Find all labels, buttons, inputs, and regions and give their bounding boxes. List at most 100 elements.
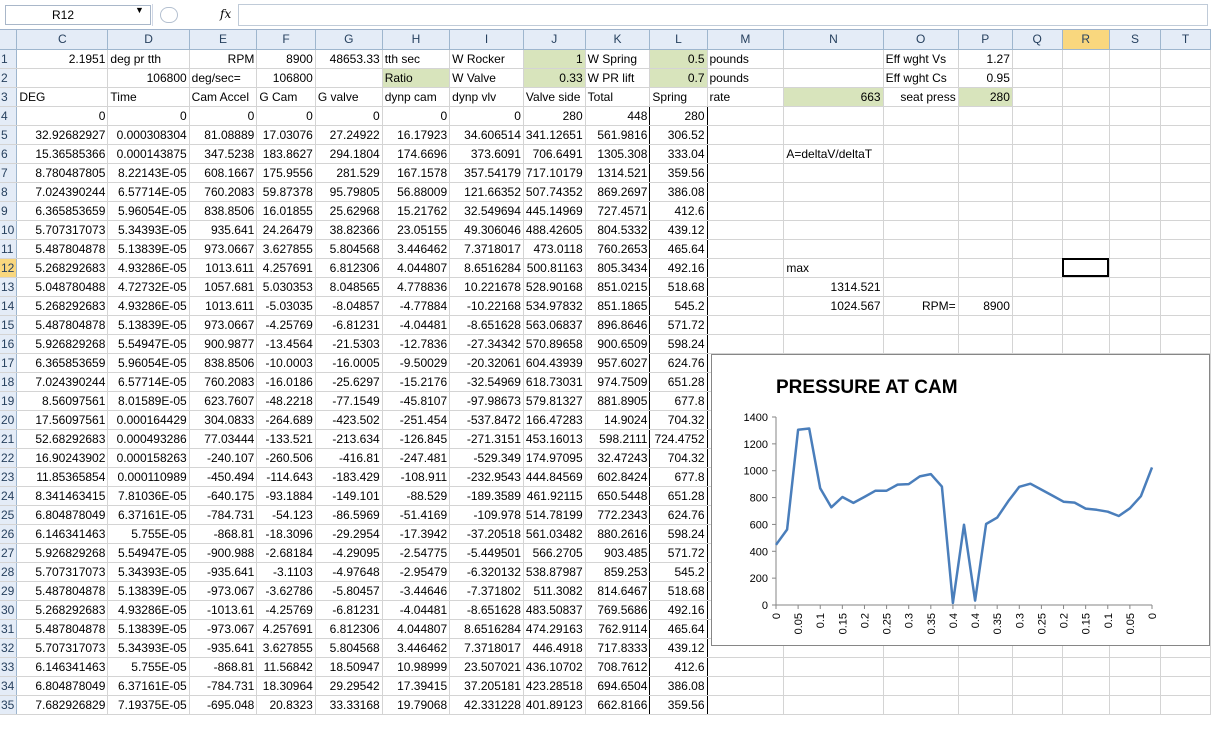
- cell-s34[interactable]: [1109, 676, 1162, 696]
- cell-r1[interactable]: [1062, 49, 1110, 69]
- name-box[interactable]: R12: [5, 5, 151, 25]
- cell-k26[interactable]: 880.2616: [584, 524, 651, 544]
- cell-l11[interactable]: 465.64: [649, 239, 708, 259]
- cell-o14[interactable]: RPM=: [883, 296, 959, 316]
- cell-m12[interactable]: [707, 258, 785, 278]
- cell-i7[interactable]: 357.54179: [449, 163, 524, 183]
- cell-i10[interactable]: 49.306046: [449, 220, 524, 240]
- cell-t16[interactable]: [1160, 334, 1211, 354]
- cell-q11[interactable]: [1012, 239, 1063, 259]
- cell-r14[interactable]: [1062, 296, 1110, 316]
- cell-f24[interactable]: -93.1884: [256, 486, 316, 506]
- cell-n13[interactable]: 1314.521: [783, 277, 884, 297]
- cell-k31[interactable]: 762.9114: [584, 619, 651, 639]
- cell-p7[interactable]: [958, 163, 1013, 183]
- cell-j23[interactable]: 444.84569: [523, 467, 586, 487]
- cell-o16[interactable]: [883, 334, 959, 354]
- cell-c26[interactable]: 6.146341463: [16, 524, 109, 544]
- cell-r8[interactable]: [1062, 182, 1110, 202]
- row-header[interactable]: 3: [0, 87, 18, 107]
- cell-g16[interactable]: -21.5303: [315, 334, 383, 354]
- cell-d27[interactable]: 5.54947E-05: [107, 543, 190, 563]
- cell-i12[interactable]: 8.6516284: [449, 258, 524, 278]
- cell-j22[interactable]: 174.97095: [523, 448, 586, 468]
- cell-l26[interactable]: 598.24: [649, 524, 708, 544]
- cell-j30[interactable]: 483.50837: [523, 600, 586, 620]
- cell-c7[interactable]: 8.780487805: [16, 163, 109, 183]
- cell-k35[interactable]: 662.8166: [584, 695, 651, 715]
- cell-c6[interactable]: 15.36585366: [16, 144, 109, 164]
- cell-d34[interactable]: 6.37161E-05: [107, 676, 190, 696]
- cell-t4[interactable]: [1160, 106, 1211, 126]
- cell-h29[interactable]: -3.44646: [382, 581, 451, 601]
- cell-s6[interactable]: [1109, 144, 1162, 164]
- cell-q15[interactable]: [1012, 315, 1063, 335]
- cell-k24[interactable]: 650.5448: [584, 486, 651, 506]
- cell-g21[interactable]: -213.634: [315, 429, 383, 449]
- cell-s9[interactable]: [1109, 201, 1162, 221]
- cell-f7[interactable]: 175.9556: [256, 163, 316, 183]
- cell-t1[interactable]: [1160, 49, 1211, 69]
- cell-d10[interactable]: 5.34393E-05: [107, 220, 190, 240]
- cell-n11[interactable]: [783, 239, 884, 259]
- insert-function-icon[interactable]: fx: [220, 7, 231, 21]
- cell-f18[interactable]: -16.0186: [256, 372, 316, 392]
- column-header-o[interactable]: O: [883, 30, 959, 50]
- cell-j9[interactable]: 445.14969: [523, 201, 586, 221]
- cell-t5[interactable]: [1160, 125, 1211, 145]
- cell-p34[interactable]: [958, 676, 1013, 696]
- cell-o10[interactable]: [883, 220, 959, 240]
- cell-c27[interactable]: 5.926829268: [16, 543, 109, 563]
- cell-k21[interactable]: 598.2111: [584, 429, 651, 449]
- row-header[interactable]: 17: [0, 353, 18, 373]
- cell-c1[interactable]: 2.1951: [16, 49, 109, 69]
- cell-g5[interactable]: 27.24922: [315, 125, 383, 145]
- cell-h20[interactable]: -251.454: [382, 410, 451, 430]
- cell-j3[interactable]: Valve side: [523, 87, 586, 107]
- cell-n15[interactable]: [783, 315, 884, 335]
- cell-t10[interactable]: [1160, 220, 1211, 240]
- cell-c17[interactable]: 6.365853659: [16, 353, 109, 373]
- cell-g11[interactable]: 5.804568: [315, 239, 383, 259]
- cell-h33[interactable]: 10.98999: [382, 657, 451, 677]
- cell-g6[interactable]: 294.1804: [315, 144, 383, 164]
- cell-c18[interactable]: 7.024390244: [16, 372, 109, 392]
- cell-c24[interactable]: 8.341463415: [16, 486, 109, 506]
- cell-m33[interactable]: [707, 657, 785, 677]
- cell-e15[interactable]: 973.0667: [189, 315, 258, 335]
- cell-d23[interactable]: 0.000110989: [107, 467, 190, 487]
- cell-d26[interactable]: 5.755E-05: [107, 524, 190, 544]
- row-header[interactable]: 4: [0, 106, 18, 126]
- cell-o33[interactable]: [883, 657, 959, 677]
- cell-k3[interactable]: Total: [585, 87, 651, 107]
- cell-n6[interactable]: A=deltaV/deltaT: [783, 144, 884, 164]
- cell-l7[interactable]: 359.56: [649, 163, 708, 183]
- row-header[interactable]: 23: [0, 467, 18, 487]
- cell-p9[interactable]: [958, 201, 1013, 221]
- cell-q33[interactable]: [1012, 657, 1063, 677]
- cell-s8[interactable]: [1109, 182, 1162, 202]
- cell-c14[interactable]: 5.268292683: [16, 296, 109, 316]
- cell-o13[interactable]: [883, 277, 959, 297]
- cell-n3[interactable]: 663: [783, 87, 884, 107]
- cell-h22[interactable]: -247.481: [382, 448, 451, 468]
- cell-l3[interactable]: Spring: [649, 87, 708, 107]
- cell-l22[interactable]: 704.32: [649, 448, 708, 468]
- cell-g33[interactable]: 18.50947: [315, 657, 383, 677]
- cell-h9[interactable]: 15.21762: [382, 201, 451, 221]
- cell-k11[interactable]: 760.2653: [584, 239, 651, 259]
- cell-i22[interactable]: -529.349: [449, 448, 524, 468]
- cell-h3[interactable]: dynp cam: [382, 87, 451, 107]
- cell-j32[interactable]: 446.4918: [523, 638, 586, 658]
- cell-t3[interactable]: [1160, 87, 1211, 107]
- cell-e12[interactable]: 1013.611: [189, 258, 258, 278]
- row-header[interactable]: 25: [0, 505, 18, 525]
- cell-h6[interactable]: 174.6696: [382, 144, 451, 164]
- cell-k12[interactable]: 805.3434: [584, 258, 651, 278]
- cell-d15[interactable]: 5.13839E-05: [107, 315, 190, 335]
- cell-g26[interactable]: -29.2954: [315, 524, 383, 544]
- cell-q1[interactable]: [1012, 49, 1063, 69]
- cell-f16[interactable]: -13.4564: [256, 334, 316, 354]
- cell-n4[interactable]: [783, 106, 884, 126]
- row-header[interactable]: 33: [0, 657, 18, 677]
